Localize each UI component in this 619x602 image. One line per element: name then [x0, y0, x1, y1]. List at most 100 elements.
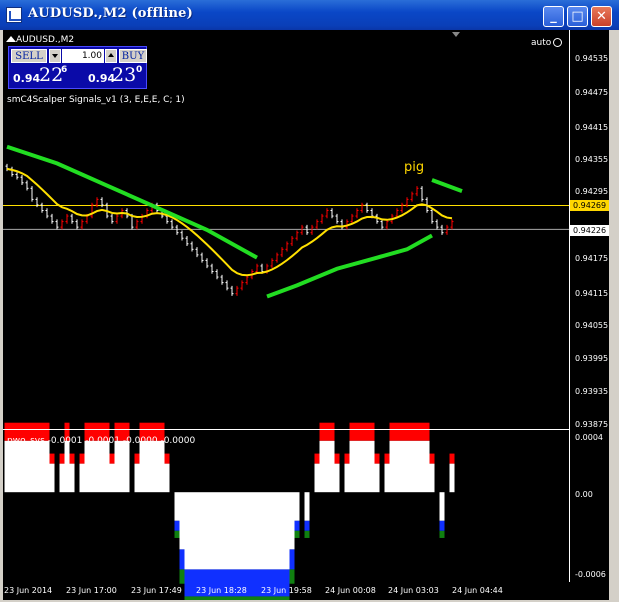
sell-button[interactable]: SELL — [11, 49, 47, 63]
histogram-edge — [174, 520, 180, 531]
histogram-edge — [269, 596, 275, 600]
histogram-bar — [424, 440, 430, 493]
histogram-bar — [274, 492, 280, 570]
histogram-edge — [369, 422, 375, 441]
histogram-edge — [229, 596, 235, 600]
histogram-edge — [189, 569, 195, 597]
histogram-bar — [89, 440, 95, 493]
sell-price-prefix[interactable]: 0.94 — [13, 72, 40, 85]
histogram-edge — [184, 596, 190, 600]
time-axis-label: 24 Jun 03:03 — [388, 586, 439, 595]
histogram-edge — [254, 569, 260, 597]
chart-area[interactable] — [3, 30, 609, 600]
histogram-bar — [79, 463, 85, 493]
histogram-bar — [109, 463, 115, 493]
ma-green-line — [6, 144, 258, 260]
price-tag-yellow: 0.94269 — [570, 200, 609, 211]
histogram-bar — [99, 440, 105, 493]
histogram-bar — [199, 492, 205, 570]
buy-button[interactable]: BUY — [119, 49, 147, 63]
price-axis-label: 0.93875 — [575, 420, 609, 429]
histogram-bar — [224, 492, 230, 570]
histogram-edge — [189, 596, 195, 600]
histogram-edge — [324, 422, 330, 441]
histogram-edge — [449, 453, 455, 464]
histogram-bar — [329, 440, 335, 493]
histogram-edge — [364, 422, 370, 441]
histogram-bar — [369, 440, 375, 493]
histogram-bar — [349, 440, 355, 493]
histogram-edge — [194, 596, 200, 600]
histogram-bar — [139, 440, 145, 493]
histogram-edge — [239, 596, 245, 600]
close-button[interactable]: ✕ — [591, 6, 612, 27]
histogram-bar — [194, 492, 200, 570]
pig-annotation[interactable]: pig — [404, 160, 424, 175]
price-axis-label: 0.94115 — [575, 289, 609, 298]
sell-price-big[interactable]: 22 — [39, 64, 63, 86]
minimize-button[interactable]: _ — [543, 6, 564, 27]
lot-increase-icon[interactable] — [105, 49, 117, 63]
histogram-bar — [19, 440, 25, 493]
histogram-bar — [284, 492, 290, 570]
price-axis-label: 0.93995 — [575, 354, 609, 363]
title-bar[interactable]: AUDUSD.,M2 (offline) _ □ ✕ — [0, 0, 619, 30]
histogram-bar — [4, 440, 10, 493]
histogram-edge — [394, 422, 400, 441]
scroll-marker-icon[interactable] — [452, 32, 460, 37]
histogram-bar — [324, 440, 330, 493]
histogram-bar — [114, 440, 120, 493]
price-tag-grey: 0.94226 — [570, 225, 609, 236]
histogram-edge — [354, 422, 360, 441]
histogram-edge — [174, 530, 180, 538]
price-chart-svg[interactable] — [3, 30, 609, 600]
maximize-button[interactable]: □ — [567, 6, 588, 27]
histogram-edge — [314, 453, 320, 464]
histogram-edge — [304, 530, 310, 538]
histogram-bar — [314, 463, 320, 493]
histogram-edge — [79, 453, 85, 464]
symbol-label: AUDUSD.,M2 — [16, 35, 75, 45]
histogram-bar — [394, 440, 400, 493]
histogram-bar — [44, 440, 50, 493]
price-axis-line — [569, 30, 570, 582]
histogram-bar — [254, 492, 260, 570]
histogram-edge — [179, 549, 185, 570]
price-axis-label: 0.94475 — [575, 88, 609, 97]
lot-decrease-icon[interactable] — [49, 49, 61, 63]
histogram-bar — [384, 463, 390, 493]
time-axis-label: 24 Jun 04:44 — [452, 586, 503, 595]
histogram-bar — [249, 492, 255, 570]
histogram-edge — [284, 596, 290, 600]
histogram-edge — [59, 453, 65, 464]
histogram-bar — [304, 492, 310, 521]
chart-window-icon — [6, 7, 22, 23]
histogram-bar — [124, 440, 130, 493]
histogram-bar — [174, 492, 180, 521]
histogram-bar — [159, 440, 165, 493]
histogram-edge — [294, 520, 300, 531]
sell-price-sup[interactable]: 6 — [61, 65, 67, 75]
histogram-edge — [254, 596, 260, 600]
sub-axis-label: -0.0006 — [575, 570, 606, 579]
sub-axis-label: 0.00 — [575, 490, 593, 499]
buy-price-big[interactable]: 23 — [112, 64, 136, 86]
histogram-bar — [234, 492, 240, 570]
histogram-bar — [119, 440, 125, 493]
histogram-edge — [359, 422, 365, 441]
histogram-bar — [414, 440, 420, 493]
expand-arrow-icon[interactable] — [6, 36, 16, 42]
histogram-bar — [404, 440, 410, 493]
buy-price-sup[interactable]: 0 — [136, 65, 142, 75]
histogram-bar — [104, 440, 110, 493]
price-axis-label: 0.94055 — [575, 321, 609, 330]
time-axis-label: 23 Jun 19:58 — [261, 586, 312, 595]
histogram-bar — [219, 492, 225, 570]
subwindow-separator[interactable] — [3, 429, 570, 430]
histogram-bar — [359, 440, 365, 493]
histogram-bar — [449, 463, 455, 493]
lot-input[interactable]: 1.00 — [62, 49, 104, 63]
sub-axis-label: 0.0004 — [575, 433, 603, 442]
histogram-bar — [244, 492, 250, 570]
histogram-bar — [264, 492, 270, 570]
